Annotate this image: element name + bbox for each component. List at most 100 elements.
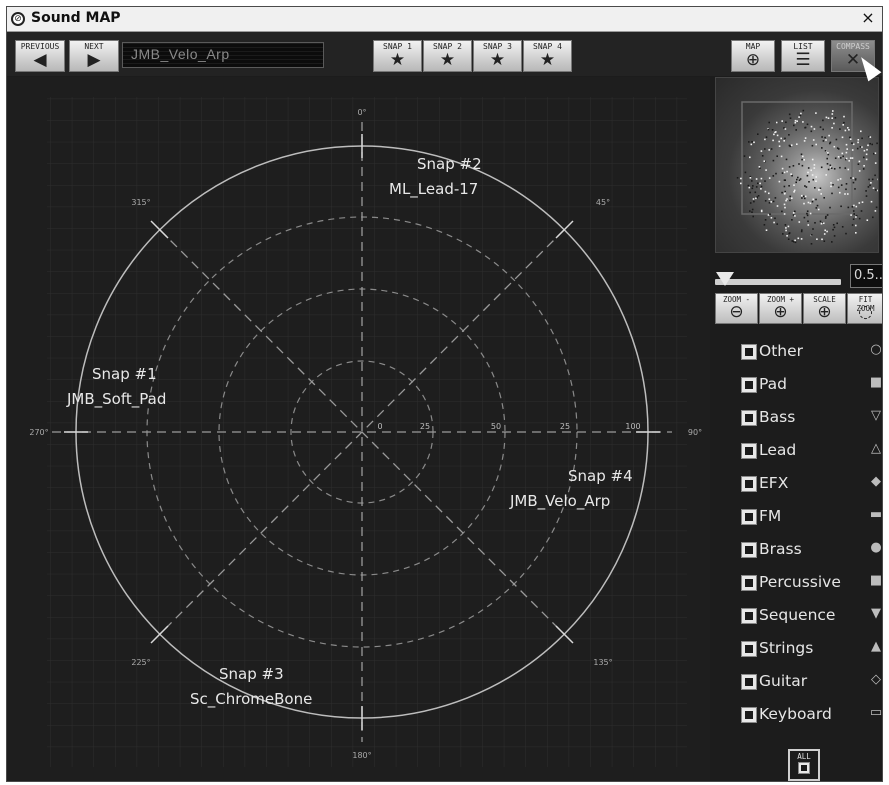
- window-title: Sound MAP: [31, 10, 121, 26]
- minimap-point: [853, 204, 855, 207]
- minimap-point: [784, 128, 787, 130]
- category-sequence[interactable]: Sequence ▼: [736, 605, 882, 629]
- all-categories-button[interactable]: ALL: [788, 749, 820, 781]
- minimap-point: [863, 156, 865, 159]
- minimap-point: [760, 210, 763, 213]
- minimap-point: [851, 142, 853, 144]
- minimap-point: [833, 226, 836, 229]
- category-keyboard[interactable]: Keyboard ▭: [736, 704, 883, 728]
- category-lead[interactable]: Lead △: [736, 440, 882, 464]
- zoom-slider[interactable]: [715, 272, 845, 287]
- category-bass[interactable]: Bass ▽: [736, 407, 882, 431]
- minimap-point: [789, 199, 791, 202]
- minimap-point: [736, 177, 739, 179]
- category-checkbox[interactable]: [741, 707, 757, 723]
- minimap-point: [747, 184, 750, 187]
- snap-4-button[interactable]: SNAP 4 ★: [523, 40, 572, 72]
- minimap-point: [835, 138, 838, 141]
- category-checkbox[interactable]: [741, 410, 757, 426]
- minimap-point: [813, 167, 816, 169]
- category-percussive[interactable]: Percussive ■: [736, 572, 882, 596]
- minimap-point: [760, 177, 763, 180]
- next-button[interactable]: NEXT ▶: [69, 40, 119, 72]
- category-checkbox[interactable]: [741, 608, 757, 624]
- category-checkbox[interactable]: [741, 443, 757, 459]
- category-checkbox[interactable]: [741, 509, 757, 525]
- minimap-point: [804, 197, 806, 200]
- minimap-point: [763, 160, 766, 162]
- minimap-point: [848, 160, 850, 162]
- category-strings[interactable]: Strings ▲: [736, 638, 882, 662]
- minimap-point: [820, 222, 823, 225]
- minimap-point: [815, 112, 817, 114]
- minimap-point: [801, 197, 803, 199]
- minimap-point: [770, 217, 773, 219]
- minimap-point: [807, 167, 810, 169]
- category-other[interactable]: Other ○: [736, 341, 882, 365]
- minimap-point: [755, 178, 758, 180]
- category-checkbox[interactable]: [741, 674, 757, 690]
- list-view-button[interactable]: LIST ☰: [781, 40, 825, 72]
- minimap-point: [780, 155, 783, 158]
- category-checkbox[interactable]: [741, 542, 757, 558]
- fit-zoom-button[interactable]: FIT ZOOM ◌: [847, 293, 882, 324]
- scale-button[interactable]: SCALE ⊕: [803, 293, 846, 324]
- previous-button[interactable]: PREVIOUS ◀: [15, 40, 65, 72]
- minimap-point: [783, 127, 785, 129]
- compass-svg[interactable]: 0° 45° 90° 135° 180° 225° 270° 315° 0 25…: [7, 77, 710, 781]
- minimap-point: [841, 152, 844, 155]
- minimap-point: [847, 206, 850, 209]
- category-checkbox[interactable]: [741, 476, 757, 492]
- minimap-point: [806, 214, 809, 217]
- minimap-point: [832, 110, 834, 112]
- minimap-point: [815, 176, 817, 178]
- category-fm[interactable]: FM ▬: [736, 506, 882, 530]
- all-label: ALL: [797, 752, 811, 761]
- minimap-point: [802, 155, 804, 158]
- minimap-point: [845, 143, 848, 146]
- minimap-point: [833, 168, 836, 170]
- angle-270-label: 270°: [29, 428, 48, 437]
- zoom-thumb[interactable]: [716, 272, 734, 286]
- category-label: Keyboard: [759, 705, 832, 723]
- category-efx[interactable]: EFX ◆: [736, 473, 882, 497]
- zoom-in-button[interactable]: ZOOM + ⊕: [759, 293, 802, 324]
- zoom-out-button[interactable]: ZOOM - ⊖: [715, 293, 758, 324]
- snap-1-preset: JMB_Soft_Pad: [66, 390, 166, 409]
- minimap-point: [764, 138, 766, 141]
- snap-2-button[interactable]: SNAP 2 ★: [423, 40, 472, 72]
- minimap-point: [740, 182, 742, 185]
- minimap-point: [814, 187, 816, 189]
- triangle-down-outline-icon: ▽: [871, 408, 881, 423]
- close-button[interactable]: ×: [860, 9, 876, 27]
- rectangle-outline-icon: ▭: [869, 705, 883, 720]
- snap-2-preset: ML_Lead-17: [389, 180, 478, 199]
- category-checkbox[interactable]: [741, 377, 757, 393]
- minimap-point: [791, 174, 793, 177]
- category-checkbox[interactable]: [741, 641, 757, 657]
- overview-minimap[interactable]: [715, 77, 879, 253]
- minimap-point: [824, 136, 826, 139]
- compass-map[interactable]: 0° 45° 90° 135° 180° 225° 270° 315° 0 25…: [7, 77, 710, 781]
- minimap-point: [851, 224, 854, 226]
- minimap-point: [871, 178, 874, 181]
- minimap-point: [850, 214, 852, 216]
- minimap-point: [775, 172, 777, 175]
- snap-1-button[interactable]: SNAP 1 ★: [373, 40, 422, 72]
- category-checkbox[interactable]: [741, 575, 757, 591]
- category-brass[interactable]: Brass ●: [736, 539, 882, 563]
- minimap-point: [842, 155, 844, 158]
- minimap-point: [810, 234, 813, 236]
- minimap-point: [845, 157, 848, 160]
- minimap-point: [841, 226, 844, 228]
- minimap-point: [803, 216, 806, 219]
- category-checkbox[interactable]: [741, 344, 757, 360]
- map-view-button[interactable]: MAP ⊕: [731, 40, 775, 72]
- ring-label-100: 100: [625, 422, 640, 431]
- minimap-point: [867, 144, 869, 147]
- minimap-point: [816, 204, 819, 207]
- category-guitar[interactable]: Guitar ◇: [736, 671, 882, 695]
- category-pad[interactable]: Pad ■: [736, 374, 882, 398]
- snap-3-button[interactable]: SNAP 3 ★: [473, 40, 522, 72]
- minimap-point: [794, 239, 796, 242]
